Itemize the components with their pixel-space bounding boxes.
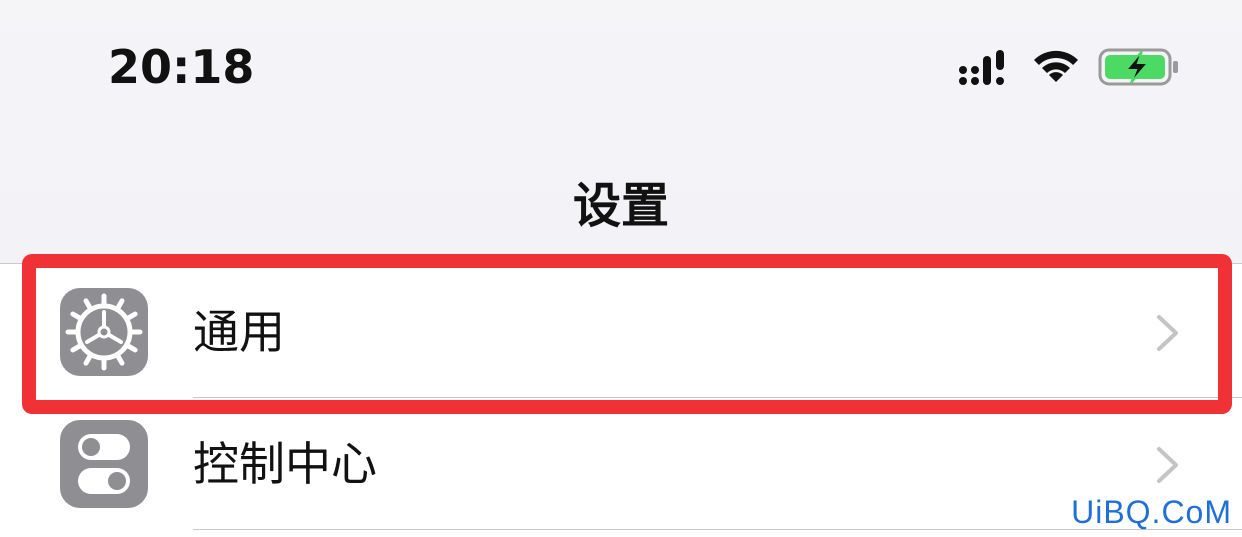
settings-row-general[interactable]: 通用 [0,266,1242,398]
gear-icon [60,288,148,376]
settings-row-control-center[interactable]: 控制中心 [0,398,1242,530]
status-time: 20:18 [108,40,255,94]
cellular-signal-icon [959,50,1004,85]
toggle-switches-icon [60,420,148,508]
battery-charging-icon [1098,48,1178,86]
settings-row-label: 控制中心 [193,437,377,491]
chevron-right-icon [1157,447,1178,483]
settings-screen: 20:18 设置 通用 控制中心 UiBQ.CoM [0,0,1242,537]
watermark-text: UiBQ.CoM [1071,494,1232,530]
settings-row-label: 通用 [193,305,285,359]
page-title: 设置 [572,178,669,234]
header-divider [0,263,1242,264]
chevron-right-icon [1157,315,1178,351]
wifi-icon [1034,50,1078,82]
